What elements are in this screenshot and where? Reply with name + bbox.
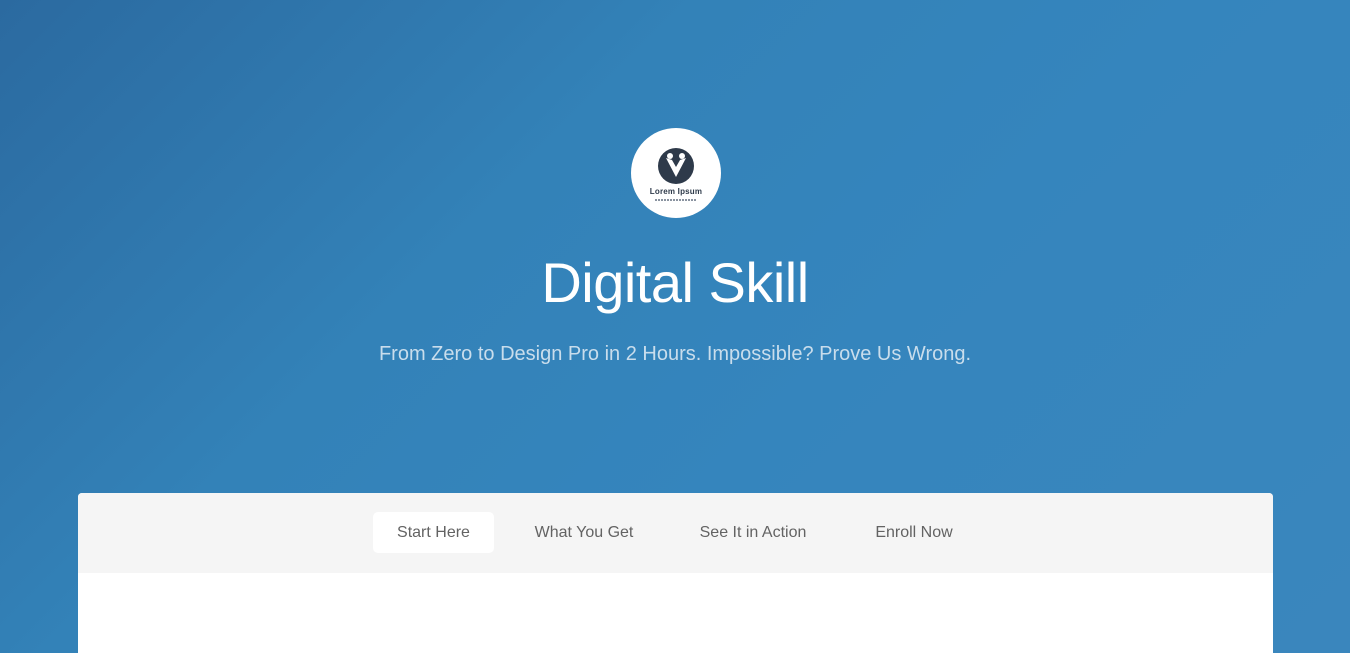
nav-item-enroll-now[interactable]: Enroll Now bbox=[858, 512, 970, 553]
people-emblem-icon bbox=[658, 148, 694, 184]
nav-item-start-here[interactable]: Start Here bbox=[373, 512, 494, 553]
logo-brand-text: Lorem Ipsum bbox=[649, 187, 703, 196]
hero-header: Lorem Ipsum Digital Skill From Zero to D… bbox=[0, 0, 1350, 493]
nav-item-see-it-in-action[interactable]: See It in Action bbox=[683, 512, 823, 553]
nav-item-what-you-get[interactable]: What You Get bbox=[520, 512, 648, 553]
section-nav: Start Here What You Get See It in Action… bbox=[78, 493, 1273, 573]
content-panel: Start Here What You Get See It in Action… bbox=[78, 493, 1273, 653]
logo[interactable]: Lorem Ipsum bbox=[631, 128, 721, 218]
page-title: Digital Skill bbox=[541, 251, 809, 314]
logo-tagline bbox=[655, 199, 697, 201]
page-subtitle: From Zero to Design Pro in 2 Hours. Impo… bbox=[378, 343, 972, 365]
